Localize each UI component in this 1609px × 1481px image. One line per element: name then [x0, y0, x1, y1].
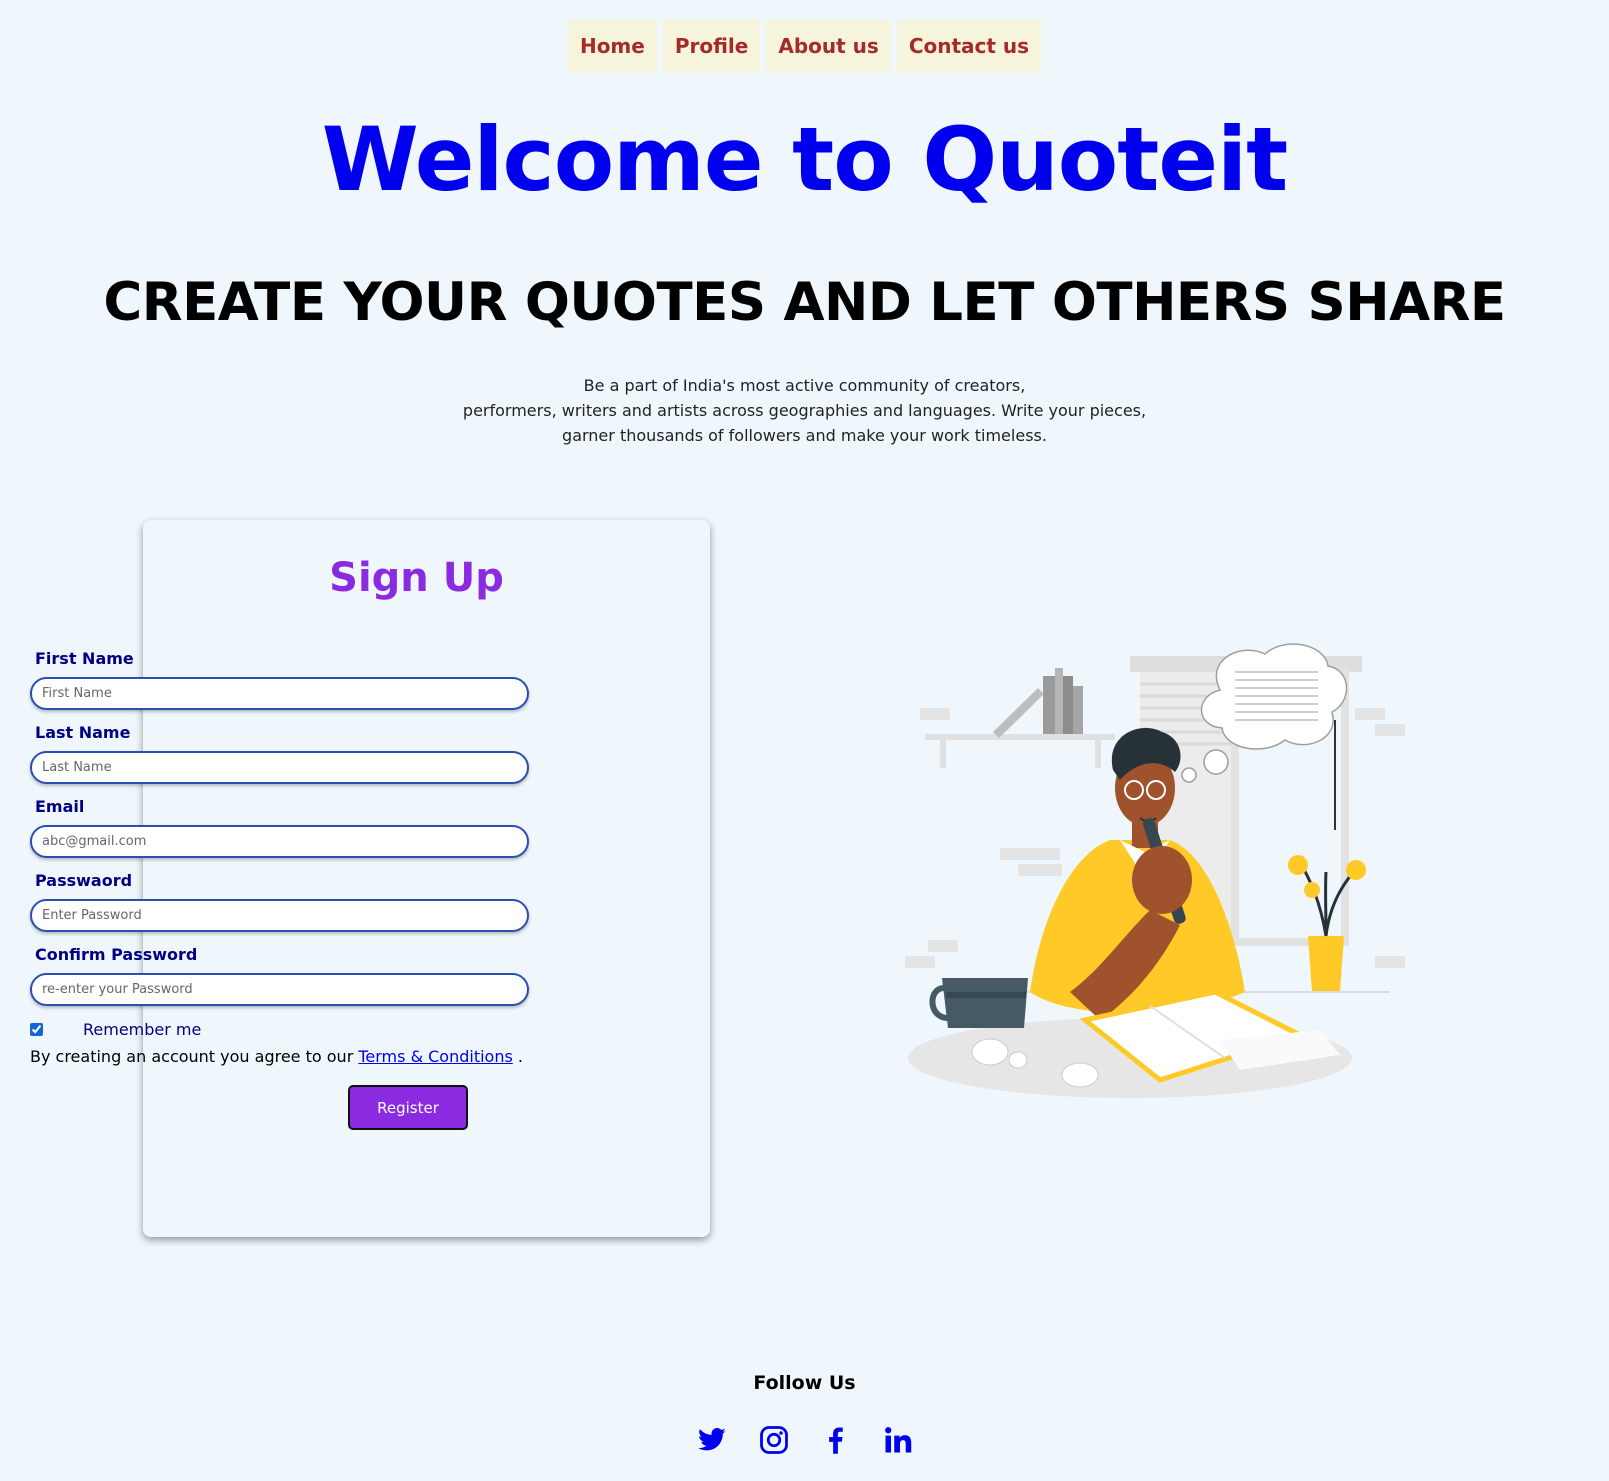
terms-text: By creating an account you agree to our … [30, 1046, 523, 1068]
follow-us-label: Follow Us [753, 1372, 856, 1394]
writer-illustration [905, 643, 1405, 1098]
password-label: Passwaord [35, 871, 133, 890]
social-links [0, 1425, 1609, 1455]
twitter-icon[interactable] [697, 1425, 727, 1455]
confirm-password-input[interactable] [30, 973, 529, 1006]
intro-text: Be a part of India's most active communi… [0, 373, 1609, 448]
last-name-label: Last Name [35, 723, 131, 742]
first-name-label: First Name [35, 649, 134, 668]
terms-link[interactable]: Terms & Conditions [358, 1047, 512, 1066]
signup-title: Sign Up [329, 555, 504, 601]
linkedin-icon[interactable] [883, 1425, 913, 1455]
first-name-input[interactable] [30, 677, 529, 710]
intro-line: Be a part of India's most active communi… [583, 376, 1026, 395]
register-button[interactable]: Register [348, 1085, 468, 1130]
confirm-password-label: Confirm Password [35, 945, 198, 964]
email-label: Email [35, 797, 85, 816]
remember-label: Remember me [83, 1020, 202, 1039]
top-navigation: Home Profile About us Contact us [0, 20, 1609, 73]
nav-profile[interactable]: Profile [662, 20, 761, 73]
nav-about-us[interactable]: About us [766, 20, 891, 73]
remember-checkbox[interactable] [30, 1023, 43, 1036]
facebook-icon[interactable] [821, 1425, 851, 1455]
terms-prefix: By creating an account you agree to our [30, 1047, 354, 1066]
nav-home[interactable]: Home [567, 20, 657, 73]
intro-line: performers, writers and artists across g… [462, 401, 1147, 420]
remember-row: Remember me [30, 1020, 201, 1039]
page-title: Welcome to Quoteit [321, 108, 1288, 211]
instagram-icon[interactable] [759, 1425, 789, 1455]
terms-suffix: . [517, 1047, 523, 1066]
password-input[interactable] [30, 899, 529, 932]
email-input[interactable] [30, 825, 529, 858]
nav-contact-us[interactable]: Contact us [896, 20, 1042, 73]
intro-line: garner thousands of followers and make y… [562, 426, 1047, 445]
last-name-input[interactable] [30, 751, 529, 784]
page-subtitle: CREATE YOUR QUOTES AND LET OTHERS SHARE [103, 272, 1506, 333]
